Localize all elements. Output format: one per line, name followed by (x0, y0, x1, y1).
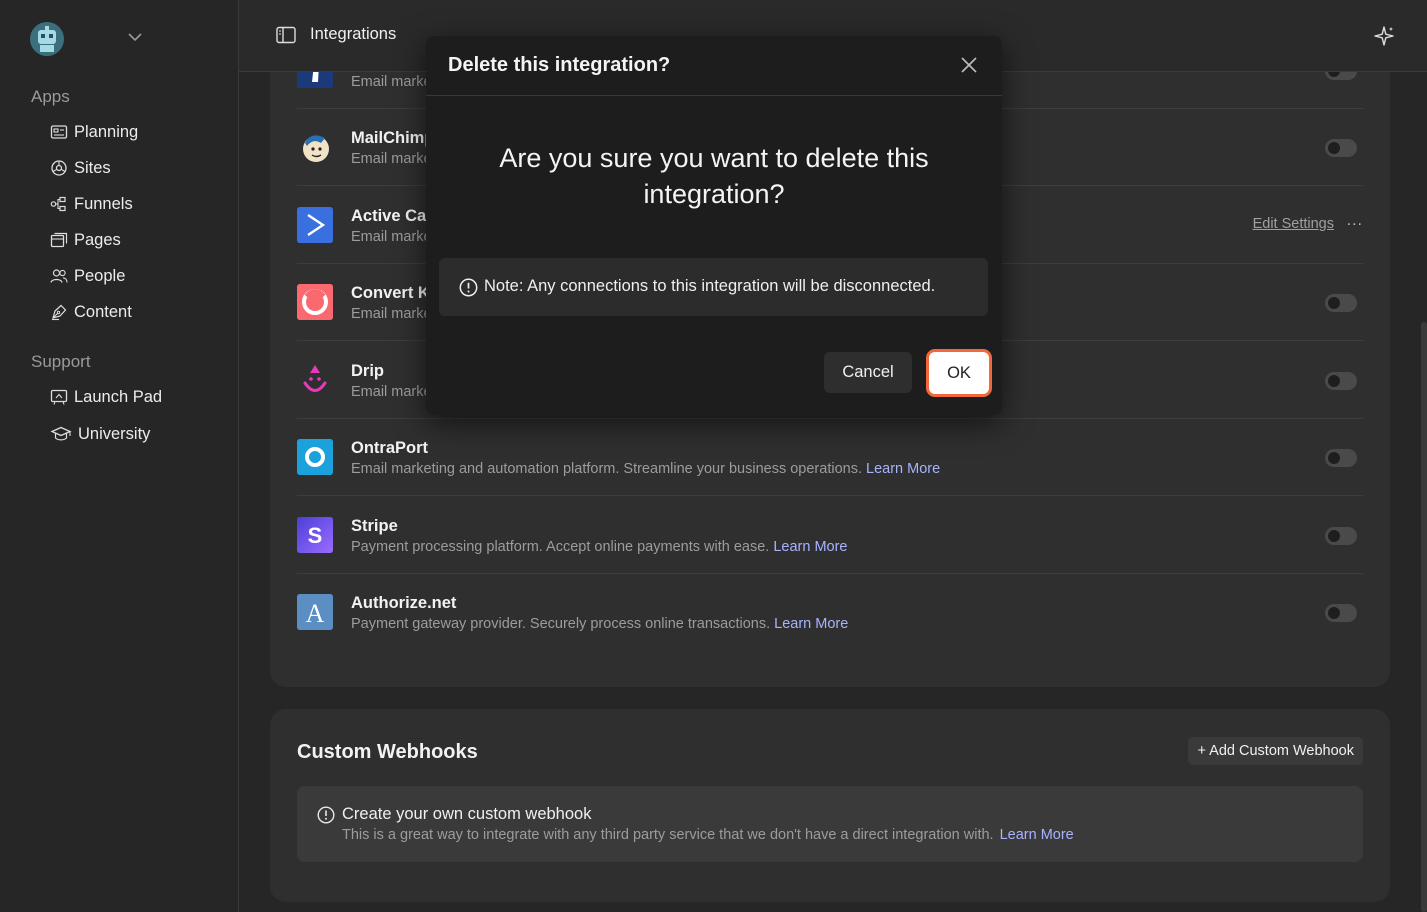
scrollbar[interactable] (1421, 322, 1427, 912)
delete-integration-dialog: Delete this integration? Are you sure yo… (426, 36, 1002, 415)
sidebar-item-label: Funnels (74, 194, 133, 213)
sidebar-item-pages[interactable]: Pages (50, 226, 121, 254)
integration-row-stripe: S Stripe Payment processing platform. Ac… (297, 497, 1363, 574)
dialog-note: Note: Any connections to this integratio… (439, 258, 988, 316)
sidebar-item-label: Launch Pad (74, 387, 163, 406)
sidebar-item-label: People (74, 266, 126, 285)
launch-pad-icon (50, 389, 68, 405)
robot-avatar-icon (30, 22, 64, 56)
integration-toggle[interactable] (1325, 604, 1357, 622)
apps-section-label: Apps (31, 87, 70, 106)
learn-more-link[interactable]: Learn More (774, 616, 848, 632)
integration-description: Payment processing platform. Accept onli… (351, 539, 848, 555)
sidebar-item-label: University (78, 424, 151, 443)
page-title: Integrations (310, 25, 397, 43)
avatar[interactable] (30, 22, 64, 56)
add-custom-webhook-button[interactable]: + Add Custom Webhook (1188, 737, 1363, 765)
chevron-down-icon[interactable] (126, 28, 144, 46)
sidebar: Apps Planning Sites Funnels Pages People… (0, 0, 239, 912)
sidebar-item-sites[interactable]: Sites (50, 154, 111, 182)
sites-icon (51, 160, 67, 176)
integration-toggle[interactable] (1325, 139, 1357, 157)
icontact-logo-icon (297, 72, 333, 88)
integration-name: MailChimp (351, 129, 435, 147)
people-icon (50, 269, 68, 283)
active-campaign-logo-icon (297, 207, 333, 243)
sidebar-item-launch-pad[interactable]: Launch Pad (50, 383, 162, 411)
custom-webhook-info-box: Create your own custom webhook This is a… (297, 786, 1363, 862)
more-options-icon[interactable]: ... (1347, 212, 1363, 230)
integration-toggle[interactable] (1325, 294, 1357, 312)
sidebar-item-planning[interactable]: Planning (50, 118, 138, 146)
mailchimp-logo-icon (297, 129, 333, 165)
integration-toggle[interactable] (1325, 372, 1357, 390)
dialog-header: Delete this integration? (426, 36, 1002, 96)
learn-more-link[interactable]: Learn More (866, 461, 940, 477)
sparkle-ai-icon[interactable] (1373, 25, 1395, 47)
ok-button[interactable]: OK (926, 349, 992, 397)
info-icon (317, 806, 335, 824)
custom-webhook-description: This is a great way to integrate with an… (342, 827, 1074, 843)
sidebar-item-label: Sites (74, 158, 111, 177)
planning-icon (50, 125, 68, 139)
support-section-label: Support (31, 352, 91, 371)
sidebar-item-university[interactable]: University (50, 420, 150, 448)
integration-toggle[interactable] (1325, 72, 1357, 80)
drip-logo-icon (297, 362, 333, 398)
info-icon (459, 278, 478, 297)
sidebar-item-label: Pages (74, 230, 121, 249)
convert-kit-logo-icon (297, 284, 333, 320)
integration-name: Drip (351, 362, 384, 380)
sidebar-item-funnels[interactable]: Funnels (50, 190, 133, 218)
dialog-question: Are you sure you want to delete this int… (499, 143, 929, 209)
university-icon (50, 426, 72, 441)
content-icon (52, 304, 67, 321)
integration-name: OntraPort (351, 439, 429, 457)
sidebar-item-people[interactable]: People (50, 262, 125, 290)
funnels-icon (50, 196, 66, 212)
integration-toggle[interactable] (1325, 527, 1357, 545)
learn-more-link[interactable]: Learn More (773, 539, 847, 555)
integration-name: Authorize.net (351, 594, 457, 612)
learn-more-link[interactable]: Learn More (1000, 827, 1074, 843)
sidebar-item-label: Planning (74, 122, 139, 141)
sidebar-item-content[interactable]: Content (50, 298, 132, 326)
stripe-logo-icon: S (297, 517, 333, 553)
close-icon[interactable] (960, 56, 978, 74)
dialog-title: Delete this integration? (448, 54, 671, 76)
edit-settings-link[interactable]: Edit Settings (1253, 216, 1334, 232)
custom-webhooks-title: Custom Webhooks (297, 741, 478, 763)
cancel-button[interactable]: Cancel (824, 352, 912, 393)
integration-description: Email marketing and automation platform.… (351, 461, 941, 477)
integration-description: Payment gateway provider. Securely proce… (351, 616, 849, 632)
svg-text:S: S (308, 523, 323, 548)
workspace-switcher[interactable] (30, 22, 150, 56)
integration-toggle[interactable] (1325, 449, 1357, 467)
integration-row-ontraport: OntraPort Email marketing and automation… (297, 419, 1363, 496)
custom-webhook-heading: Create your own custom webhook (342, 805, 592, 823)
authorize-net-logo-icon: A (297, 594, 333, 630)
custom-webhooks-card: Custom Webhooks + Add Custom Webhook Cre… (270, 709, 1390, 902)
ontraport-logo-icon (297, 439, 333, 475)
svg-text:A: A (306, 599, 325, 628)
dialog-note-text: Note: Any connections to this integratio… (484, 277, 936, 295)
integration-name: Stripe (351, 517, 398, 535)
sidebar-toggle-icon[interactable] (276, 26, 296, 44)
sidebar-item-label: Content (74, 302, 132, 321)
integration-row-authorize-net: A Authorize.net Payment gateway provider… (297, 574, 1363, 651)
pages-icon (50, 232, 68, 248)
